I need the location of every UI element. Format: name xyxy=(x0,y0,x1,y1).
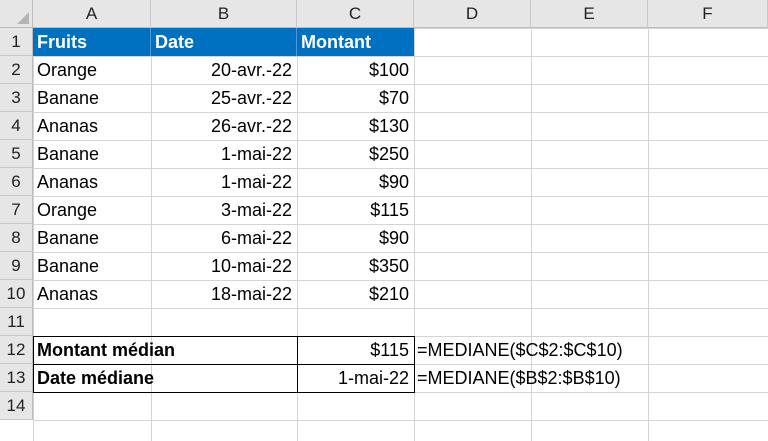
cell-b9[interactable]: 10-mai-22 xyxy=(151,252,297,280)
cell-a3[interactable]: Banane xyxy=(33,84,151,112)
row-header-7[interactable]: 7 xyxy=(0,196,33,224)
cell-a1-header-fruits[interactable]: Fruits xyxy=(33,28,151,56)
column-header-b[interactable]: B xyxy=(151,0,297,28)
cell-b4[interactable]: 26-avr.-22 xyxy=(151,112,297,140)
row-header-4[interactable]: 4 xyxy=(0,112,33,140)
row-header-12[interactable]: 12 xyxy=(0,336,33,364)
row-header-2[interactable]: 2 xyxy=(0,56,33,84)
select-all-triangle-icon xyxy=(17,12,29,24)
row-header-11[interactable]: 11 xyxy=(0,308,33,336)
cell-c13-date-median-value[interactable]: 1-mai-22 xyxy=(297,364,414,392)
cell-b6[interactable]: 1-mai-22 xyxy=(151,168,297,196)
cell-a2[interactable]: Orange xyxy=(33,56,151,84)
column-header-f[interactable]: F xyxy=(648,0,768,28)
cell-b10[interactable]: 18-mai-22 xyxy=(151,280,297,308)
cell-c5[interactable]: $250 xyxy=(297,140,414,168)
cell-a7[interactable]: Orange xyxy=(33,196,151,224)
cell-d12-montant-formula[interactable]: =MEDIANE($C$2:$C$10) xyxy=(414,336,714,364)
cell-a13-date-median-label[interactable]: Date médiane xyxy=(33,364,297,392)
column-header-d[interactable]: D xyxy=(414,0,531,28)
row-header-5[interactable]: 5 xyxy=(0,140,33,168)
row-header-14[interactable]: 14 xyxy=(0,392,33,420)
row-header-6[interactable]: 6 xyxy=(0,168,33,196)
cell-c12-montant-median-value[interactable]: $115 xyxy=(297,336,414,364)
cell-c10[interactable]: $210 xyxy=(297,280,414,308)
row-header-1[interactable]: 1 xyxy=(0,28,33,56)
cell-b5[interactable]: 1-mai-22 xyxy=(151,140,297,168)
cell-d13-date-formula[interactable]: =MEDIANE($B$2:$B$10) xyxy=(414,364,714,392)
cell-a9[interactable]: Banane xyxy=(33,252,151,280)
cell-c9[interactable]: $350 xyxy=(297,252,414,280)
column-header-c[interactable]: C xyxy=(297,0,414,28)
cell-b1-header-date[interactable]: Date xyxy=(151,28,297,56)
cell-c2[interactable]: $100 xyxy=(297,56,414,84)
cell-b8[interactable]: 6-mai-22 xyxy=(151,224,297,252)
select-all-button[interactable] xyxy=(0,0,33,28)
row-header-9[interactable]: 9 xyxy=(0,252,33,280)
cell-c8[interactable]: $90 xyxy=(297,224,414,252)
cell-b3[interactable]: 25-avr.-22 xyxy=(151,84,297,112)
cell-c3[interactable]: $70 xyxy=(297,84,414,112)
cell-a5[interactable]: Banane xyxy=(33,140,151,168)
row-header-13[interactable]: 13 xyxy=(0,364,33,392)
column-header-e[interactable]: E xyxy=(531,0,648,28)
spreadsheet: A B C D E F 1 2 3 4 5 6 7 8 9 10 11 12 1… xyxy=(0,0,768,441)
cell-c4[interactable]: $130 xyxy=(297,112,414,140)
row-header-10[interactable]: 10 xyxy=(0,280,33,308)
summary-row-divider xyxy=(33,364,415,365)
cell-b2[interactable]: 20-avr.-22 xyxy=(151,56,297,84)
row-header-3[interactable]: 3 xyxy=(0,84,33,112)
cell-a10[interactable]: Ananas xyxy=(33,280,151,308)
cell-a12-montant-median-label[interactable]: Montant médian xyxy=(33,336,297,364)
row-header-8[interactable]: 8 xyxy=(0,224,33,252)
column-header-a[interactable]: A xyxy=(33,0,151,28)
cell-a4[interactable]: Ananas xyxy=(33,112,151,140)
cell-b7[interactable]: 3-mai-22 xyxy=(151,196,297,224)
cell-a6[interactable]: Ananas xyxy=(33,168,151,196)
cell-c6[interactable]: $90 xyxy=(297,168,414,196)
cell-a8[interactable]: Banane xyxy=(33,224,151,252)
cell-c7[interactable]: $115 xyxy=(297,196,414,224)
cell-c1-header-montant[interactable]: Montant xyxy=(297,28,414,56)
